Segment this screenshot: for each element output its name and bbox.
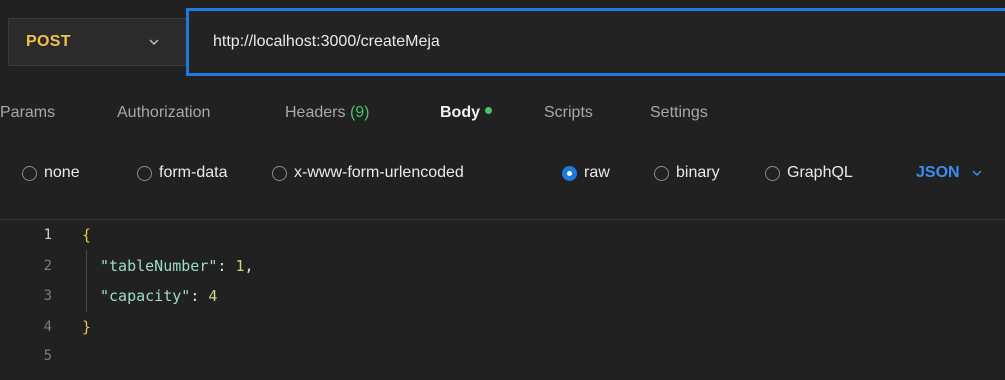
line-number: 4 (43, 319, 52, 335)
line-number: 5 (43, 348, 52, 364)
radio-raw-label: raw (584, 164, 610, 181)
line-number: 1 (43, 227, 52, 243)
tab-params-label: Params (0, 104, 56, 121)
request-tabs: Params Authorization Headers (9) Body Sc… (0, 96, 1005, 136)
radio-graphql-label: GraphQL (787, 164, 853, 181)
tab-scripts[interactable]: Scripts (544, 104, 593, 122)
tab-authorization-label: Authorization (117, 104, 211, 121)
tab-body-label: Body (440, 104, 480, 121)
code-editor[interactable]: 1 2 3 4 5 { "tableNumber": 1, "capacity"… (0, 222, 1005, 380)
tab-settings-label: Settings (650, 104, 708, 121)
line-number: 3 (43, 288, 52, 304)
radio-x-www-form-urlencoded[interactable]: x-www-form-urlencoded (272, 164, 464, 182)
tab-headers[interactable]: Headers (9) (285, 104, 370, 122)
radio-binary-label: binary (676, 164, 720, 181)
code-line: { (82, 226, 91, 244)
method-label: POST (26, 33, 71, 50)
code-line: } (82, 318, 91, 336)
format-select-label: JSON (916, 164, 960, 181)
radio-form-data-label: form-data (159, 164, 228, 181)
chevron-down-icon (972, 170, 982, 177)
radio-circle-icon (137, 165, 152, 181)
request-bar: POST http://localhost:3000/createMeja (0, 0, 1005, 80)
url-input[interactable]: http://localhost:3000/createMeja (186, 8, 1005, 76)
indent-guide (86, 250, 87, 312)
radio-circle-icon (22, 165, 37, 181)
json-value: 4 (208, 287, 218, 305)
line-number: 2 (43, 258, 52, 274)
tab-body[interactable]: Body (440, 104, 492, 122)
radio-circle-icon (272, 165, 287, 181)
radio-urlencoded-label: x-www-form-urlencoded (294, 164, 464, 181)
tab-params[interactable]: Params (0, 104, 55, 122)
json-key: "capacity" (100, 287, 191, 305)
tab-scripts-label: Scripts (544, 104, 593, 121)
json-colon: : (217, 257, 236, 275)
radio-circle-icon (654, 165, 669, 181)
body-active-dot-icon (485, 107, 492, 115)
radio-binary[interactable]: binary (654, 164, 720, 182)
url-text: http://localhost:3000/createMeja (213, 33, 440, 50)
radio-checked-icon (562, 165, 577, 181)
open-brace: { (82, 226, 92, 244)
json-value: 1 (235, 257, 245, 275)
radio-circle-icon (765, 165, 780, 181)
radio-none-label: none (44, 164, 80, 181)
code-line: "capacity": 4 (100, 287, 217, 305)
headers-count-badge: (9) (349, 104, 370, 121)
radio-raw[interactable]: raw (562, 164, 610, 182)
radio-graphql[interactable]: GraphQL (765, 164, 853, 182)
tab-authorization[interactable]: Authorization (117, 104, 210, 122)
json-colon: : (190, 287, 209, 305)
tab-settings[interactable]: Settings (650, 104, 708, 122)
json-comma: , (244, 257, 254, 275)
radio-none[interactable]: none (22, 164, 80, 182)
close-brace: } (82, 318, 92, 336)
code-line: "tableNumber": 1, (100, 257, 254, 275)
tab-headers-label: Headers (285, 104, 346, 121)
radio-form-data[interactable]: form-data (137, 164, 227, 182)
body-type-selector: none form-data x-www-form-urlencoded raw… (0, 150, 1005, 198)
format-select[interactable]: JSON (916, 164, 984, 182)
chevron-down-icon (149, 39, 159, 46)
json-key: "tableNumber" (100, 257, 218, 275)
divider (0, 219, 1005, 220)
method-select[interactable]: POST (8, 18, 186, 66)
